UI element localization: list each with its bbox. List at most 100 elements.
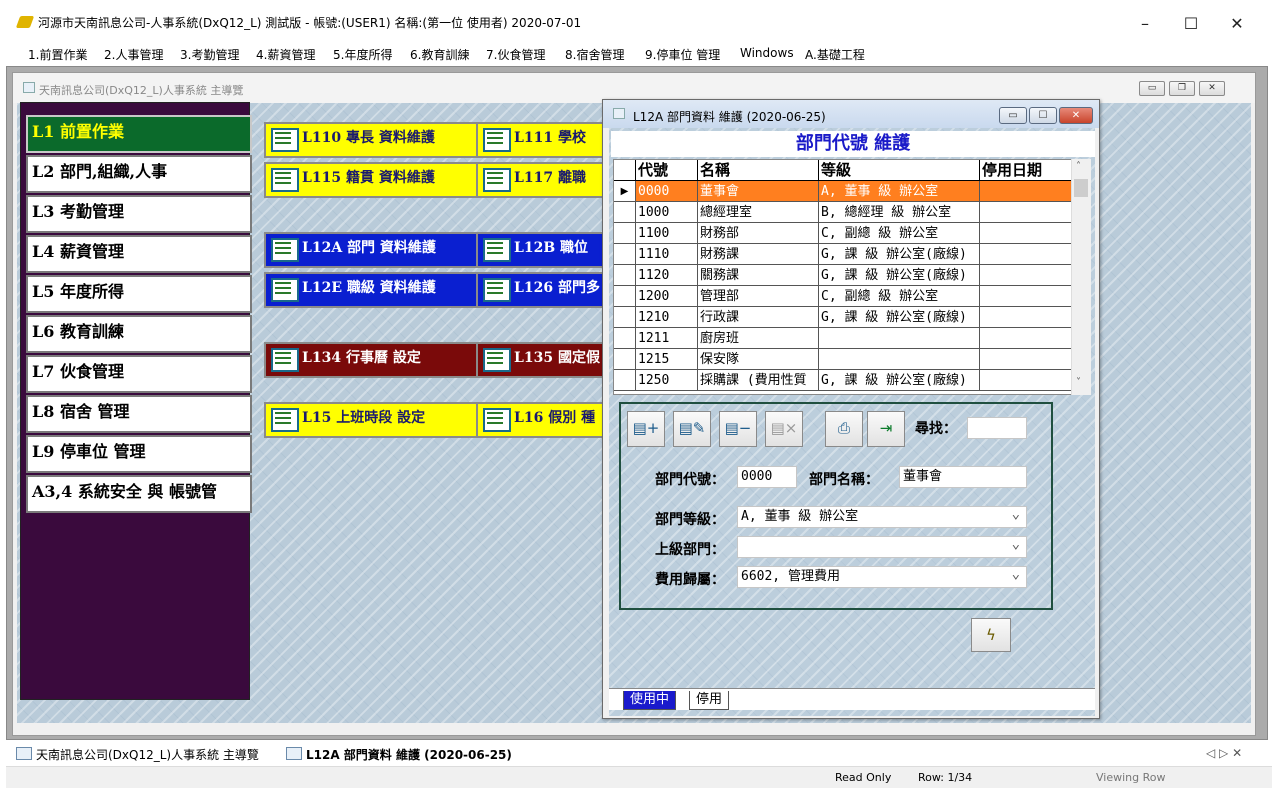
nav-item-l5[interactable]: L5 年度所得 bbox=[26, 275, 252, 313]
cell-name[interactable]: 總經理室 bbox=[698, 202, 819, 223]
nav-item-l2[interactable]: L2 部門,組織,人事 bbox=[26, 155, 252, 193]
table-row[interactable]: ▶ 0000 董事會 A, 董事 級 辦公室 bbox=[614, 181, 1074, 202]
cell-level[interactable]: A, 董事 級 辦公室 bbox=[819, 181, 980, 202]
scroll-up-icon[interactable]: ˄ bbox=[1076, 161, 1081, 172]
cell-level[interactable]: C, 副總 級 辦公室 bbox=[819, 223, 980, 244]
row-indicator[interactable] bbox=[614, 202, 636, 223]
taskbar-nav-arrows[interactable]: ◁ ▷ ✕ bbox=[1206, 746, 1242, 760]
cell-disabled-date[interactable] bbox=[980, 349, 1074, 370]
cell-disabled-date[interactable] bbox=[980, 244, 1074, 265]
menu-item-setup[interactable]: 1.前置作業 bbox=[28, 46, 87, 63]
department-grid[interactable]: 代號 名稱 等級 停用日期 ▶ 0000 董事會 A, 董事 級 辦公室 1000 總經理… bbox=[613, 159, 1074, 395]
cell-level[interactable]: G, 課 級 辦公室(廠線) bbox=[819, 244, 980, 265]
task-main-navigation[interactable]: 天南訊息公司(DxQ12_L)人事系統 主導覽 bbox=[16, 746, 259, 763]
scrollbar-thumb[interactable] bbox=[1074, 179, 1088, 197]
table-row[interactable]: 1210 行政課 G, 課 級 辦公室(廠線) bbox=[614, 307, 1074, 328]
row-indicator[interactable] bbox=[614, 349, 636, 370]
tab-active[interactable]: 使用中 bbox=[623, 691, 677, 710]
cell-code[interactable]: 1210 bbox=[636, 307, 698, 328]
dialog-maximize-button[interactable]: ☐ bbox=[1029, 107, 1057, 124]
shortcut-l115[interactable]: L115 籍貫 資料維護 bbox=[264, 162, 504, 198]
grid-header-name[interactable]: 名稱 bbox=[698, 160, 819, 181]
print-button[interactable]: ⎙ bbox=[825, 411, 863, 447]
cell-name[interactable]: 董事會 bbox=[698, 181, 819, 202]
row-indicator[interactable] bbox=[614, 286, 636, 307]
cell-disabled-date[interactable] bbox=[980, 181, 1074, 202]
nav-item-l6[interactable]: L6 教育訓練 bbox=[26, 315, 252, 353]
cell-name[interactable]: 財務課 bbox=[698, 244, 819, 265]
shortcut-l134[interactable]: L134 行事曆 設定 bbox=[264, 342, 504, 378]
table-row[interactable]: 1211 廚房班 bbox=[614, 328, 1074, 349]
cell-level[interactable] bbox=[819, 349, 980, 370]
cell-code[interactable]: 0000 bbox=[636, 181, 698, 202]
dialog-minimize-button[interactable]: ▭ bbox=[999, 107, 1027, 124]
menu-item-meals[interactable]: 7.伙食管理 bbox=[486, 46, 545, 63]
menu-item-parking[interactable]: 9.停車位 管理 bbox=[645, 46, 720, 63]
task-dept-maintenance[interactable]: L12A 部門資料 維護 (2020-06-25) bbox=[286, 746, 512, 763]
cell-level[interactable]: B, 總經理 級 辦公室 bbox=[819, 202, 980, 223]
execute-button[interactable]: ϟ bbox=[971, 618, 1011, 652]
cell-name[interactable]: 管理部 bbox=[698, 286, 819, 307]
main-window-restore-button[interactable]: ❐ bbox=[1169, 81, 1195, 96]
cell-code[interactable]: 1215 bbox=[636, 349, 698, 370]
add-record-button[interactable]: ▤+ bbox=[627, 411, 665, 447]
nav-item-l7[interactable]: L7 伙食管理 bbox=[26, 355, 252, 393]
cell-code[interactable]: 1000 bbox=[636, 202, 698, 223]
nav-item-l3[interactable]: L3 考勤管理 bbox=[26, 195, 252, 233]
table-row[interactable]: 1200 管理部 C, 副總 級 辦公室 bbox=[614, 286, 1074, 307]
cell-name[interactable]: 財務部 bbox=[698, 223, 819, 244]
tab-disabled[interactable]: 停用 bbox=[689, 691, 730, 710]
cell-disabled-date[interactable] bbox=[980, 223, 1074, 244]
cell-name[interactable]: 廚房班 bbox=[698, 328, 819, 349]
dept-name-field[interactable]: 董事會 bbox=[899, 466, 1027, 488]
nav-item-l4[interactable]: L4 薪資管理 bbox=[26, 235, 252, 273]
cell-disabled-date[interactable] bbox=[980, 286, 1074, 307]
delete-record-button[interactable]: ▤− bbox=[719, 411, 757, 447]
cell-name[interactable]: 採購課 (費用性質 bbox=[698, 370, 819, 391]
grid-header-code[interactable]: 代號 bbox=[636, 160, 698, 181]
menu-item-payroll[interactable]: 4.薪資管理 bbox=[256, 46, 315, 63]
cell-level[interactable]: G, 課 級 辦公室(廠線) bbox=[819, 307, 980, 328]
nav-item-l8[interactable]: L8 宿舍 管理 bbox=[26, 395, 252, 433]
table-row[interactable]: 1120 關務課 G, 課 級 辦公室(廠線) bbox=[614, 265, 1074, 286]
cell-code[interactable]: 1250 bbox=[636, 370, 698, 391]
cell-code[interactable]: 1120 bbox=[636, 265, 698, 286]
cell-code[interactable]: 1200 bbox=[636, 286, 698, 307]
cell-disabled-date[interactable] bbox=[980, 202, 1074, 223]
cell-disabled-date[interactable] bbox=[980, 307, 1074, 328]
expense-select[interactable]: 6602, 管理費用 bbox=[737, 566, 1027, 588]
menu-item-dormitory[interactable]: 8.宿舍管理 bbox=[565, 46, 624, 63]
dept-level-select[interactable]: A, 董事 級 辦公室 bbox=[737, 506, 1027, 528]
shortcut-l12e[interactable]: L12E 職級 資料維護 bbox=[264, 272, 504, 308]
row-indicator[interactable] bbox=[614, 328, 636, 349]
cell-disabled-date[interactable] bbox=[980, 370, 1074, 391]
parent-dept-select[interactable] bbox=[737, 536, 1027, 558]
row-indicator[interactable] bbox=[614, 244, 636, 265]
grid-header-level[interactable]: 等級 bbox=[819, 160, 980, 181]
row-indicator[interactable] bbox=[614, 370, 636, 391]
menu-item-base-engineering[interactable]: A.基礎工程 bbox=[805, 46, 865, 63]
main-window-close-button[interactable]: ✕ bbox=[1199, 81, 1225, 96]
close-button[interactable]: ✕ bbox=[1214, 10, 1260, 38]
cell-disabled-date[interactable] bbox=[980, 328, 1074, 349]
menu-item-attendance[interactable]: 3.考勤管理 bbox=[180, 46, 239, 63]
search-input[interactable] bbox=[967, 417, 1027, 439]
menu-item-windows[interactable]: Windows bbox=[740, 46, 794, 60]
cell-code[interactable]: 1100 bbox=[636, 223, 698, 244]
row-indicator[interactable] bbox=[614, 223, 636, 244]
cell-level[interactable]: G, 課 級 辦公室(廠線) bbox=[819, 370, 980, 391]
row-indicator[interactable] bbox=[614, 265, 636, 286]
table-row[interactable]: 1215 保安隊 bbox=[614, 349, 1074, 370]
cell-level[interactable] bbox=[819, 328, 980, 349]
cell-name[interactable]: 行政課 bbox=[698, 307, 819, 328]
dialog-close-button[interactable]: ✕ bbox=[1059, 107, 1093, 124]
table-row[interactable]: 1000 總經理室 B, 總經理 級 辦公室 bbox=[614, 202, 1074, 223]
nav-item-l9[interactable]: L9 停車位 管理 bbox=[26, 435, 252, 473]
main-window-minimize-button[interactable]: ▭ bbox=[1139, 81, 1165, 96]
shortcut-l110[interactable]: L110 專長 資料維護 bbox=[264, 122, 504, 158]
menu-item-training[interactable]: 6.教育訓練 bbox=[410, 46, 469, 63]
cell-level[interactable]: C, 副總 級 辦公室 bbox=[819, 286, 980, 307]
row-indicator[interactable] bbox=[614, 307, 636, 328]
edit-record-button[interactable]: ▤✎ bbox=[673, 411, 711, 447]
dept-code-field[interactable]: 0000 bbox=[737, 466, 797, 488]
